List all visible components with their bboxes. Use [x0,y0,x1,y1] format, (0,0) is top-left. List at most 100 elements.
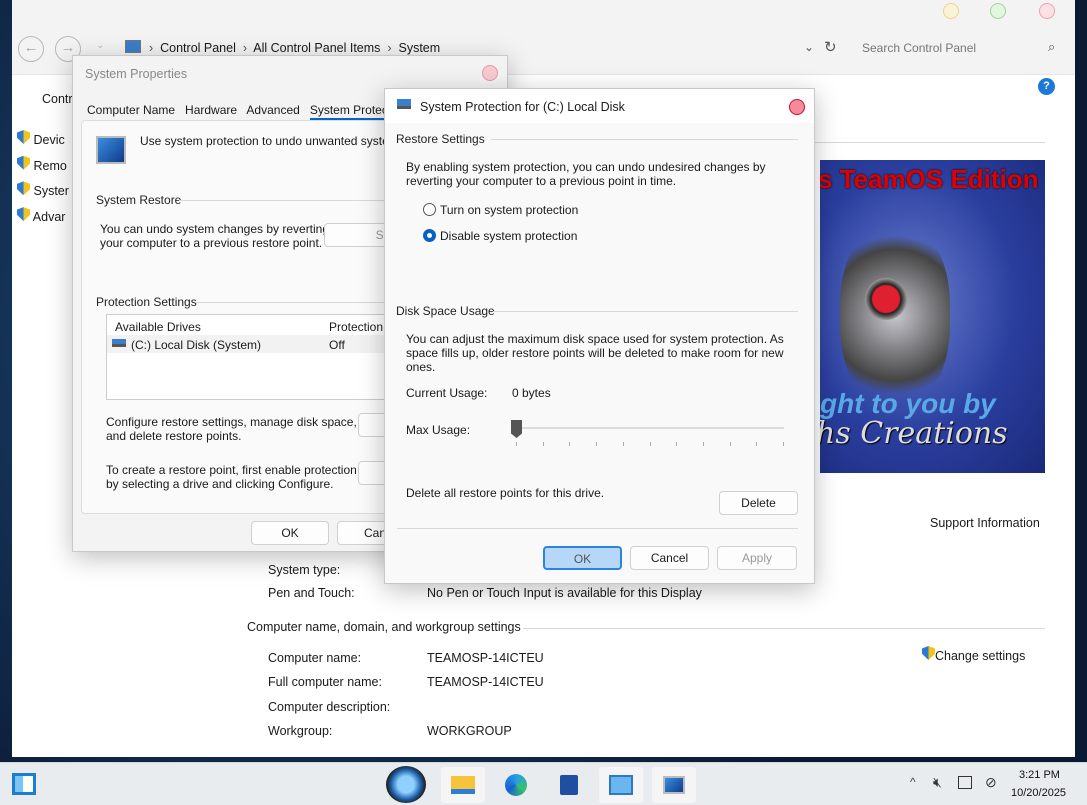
system-restore-text: You can undo system changes by reverting… [100,222,330,250]
oem-logo-image: s TeamOS Edition ght to you by hs Creati… [820,160,1045,473]
current-usage-value: 0 bytes [512,386,551,400]
network-icon[interactable] [958,776,972,789]
left-link-device-manager[interactable]: Devic [17,128,69,154]
tab-bar: Computer Name Hardware Advanced System P… [87,103,408,120]
cancel-button[interactable]: Cancel [630,546,709,570]
slider-tick [702,442,704,446]
disable-label[interactable]: Disable system protection [440,229,577,243]
computer-section-title: Computer name, domain, and workgroup set… [247,620,523,634]
breadcrumb-control-panel[interactable]: Control Panel [160,41,236,55]
tab-hardware[interactable]: Hardware [185,103,237,117]
slider-tick [729,442,731,446]
drive-row[interactable]: (C:) Local Disk (System) Off [107,335,395,353]
drive-protection: Off [329,338,345,352]
slider-tick [516,442,517,446]
pen-touch-label: Pen and Touch: [268,586,355,600]
restore-settings-heading: Restore Settings [396,132,485,146]
delete-text: Delete all restore points for this drive… [406,486,605,500]
turn-on-radio[interactable] [423,203,436,216]
divider [179,200,389,201]
ok-button[interactable]: OK [251,521,329,545]
slider-tick [596,442,598,446]
breadcrumb: › Control Panel › All Control Panel Item… [149,41,441,55]
minimize-button[interactable] [943,3,959,19]
disk-usage-heading: Disk Space Usage [396,304,495,318]
divider [802,142,1045,143]
close-button[interactable] [482,65,498,81]
control-panel-icon [125,40,141,53]
tab-computer-name[interactable]: Computer Name [87,103,175,117]
volume-muted-icon[interactable]: 🔇︎ [933,774,942,791]
start-button[interactable] [12,773,36,795]
slider-tick [649,442,651,446]
system-type-label: System type: [268,563,341,577]
drives-list[interactable]: Available Drives Protection (C:) Local D… [106,314,396,400]
apply-button[interactable]: Apply [717,546,797,570]
slider-tick [756,442,758,446]
computer-info-table: Computer name: TEAMOSP-14ICTEU Full compu… [268,646,544,743]
alienware-icon[interactable] [386,766,426,803]
left-link-system-protection[interactable]: Syster [17,179,69,205]
system-protection-dialog: System Protection for (C:) Local Disk Re… [384,88,815,584]
show-hidden-icons[interactable]: ^ [910,775,916,789]
left-link-advanced[interactable]: Advar [17,205,69,231]
max-usage-label: Max Usage: [406,423,471,437]
max-usage-slider-track[interactable] [511,427,784,429]
slider-tick [676,442,678,446]
create-text: To create a restore point, first enable … [106,463,357,491]
pen-touch-value: No Pen or Touch Input is available for t… [427,586,702,600]
drive-icon [112,339,126,347]
file-explorer-icon[interactable] [441,767,485,803]
ok-button[interactable]: OK [543,546,622,570]
support-information-link[interactable]: Support Information [930,516,1040,530]
edge-icon[interactable] [494,767,538,803]
arrow-right-icon: → [60,39,76,56]
slider-tick [622,442,624,446]
info-row: Computer name: TEAMOSP-14ICTEU [268,651,544,665]
clock-date[interactable]: 10/20/2025 [1011,787,1066,799]
breadcrumb-all-items[interactable]: All Control Panel Items [253,41,380,55]
close-button[interactable] [1039,3,1055,19]
divider [195,302,395,303]
address-dropdown-icon[interactable]: ⌄ [804,40,814,54]
slider-tick [569,442,571,446]
arrow-left-icon: ← [23,39,39,56]
shield-icon [17,181,30,196]
control-panel-taskbar-icon[interactable] [599,767,643,803]
help-icon[interactable]: ? [1038,78,1055,95]
divider [493,311,798,312]
back-button[interactable]: ← [18,36,44,62]
emblem-graphic [865,278,907,320]
left-pane-title[interactable]: Contr [42,92,73,106]
delete-button[interactable]: Delete [719,491,798,515]
left-pane-links: Devic Remo Syster Advar [17,128,69,231]
info-row: Computer description: [268,699,391,714]
column-header-drives[interactable]: Available Drives [115,320,201,334]
refresh-icon[interactable]: ↻ [824,38,837,56]
clock-time[interactable]: 3:21 PM [1019,769,1060,781]
recent-dropdown-icon[interactable]: ⌄ [96,40,104,51]
system-protection-icon [96,136,126,164]
drive-icon [397,99,411,109]
system-properties-taskbar-icon[interactable] [652,767,696,803]
info-row: Full computer name: TEAMOSP-14ICTEU [268,675,544,690]
search-icon[interactable]: ⌕ [1048,39,1055,55]
restore-settings-text: By enabling system protection, you can u… [406,160,766,188]
close-button[interactable] [789,99,805,115]
tab-advanced[interactable]: Advanced [246,103,299,117]
search-input[interactable]: Search Control Panel [862,41,976,55]
store-icon[interactable] [547,767,591,803]
divider [492,628,1045,629]
change-settings-link[interactable]: Change settings [922,646,1025,663]
max-usage-slider-thumb[interactable] [511,420,522,438]
left-link-remote[interactable]: Remo [17,154,69,180]
current-usage-label: Current Usage: [406,386,488,400]
column-header-protection[interactable]: Protection [329,320,383,334]
info-row: Workgroup: WORKGROUP [268,723,512,738]
breadcrumb-system[interactable]: System [398,41,440,55]
notifications-off-icon[interactable]: ⊘ [985,774,997,791]
turn-on-label[interactable]: Turn on system protection [440,203,578,217]
system-restore-heading: System Restore [96,193,182,207]
disable-radio[interactable] [423,229,436,242]
maximize-button[interactable] [990,3,1006,19]
